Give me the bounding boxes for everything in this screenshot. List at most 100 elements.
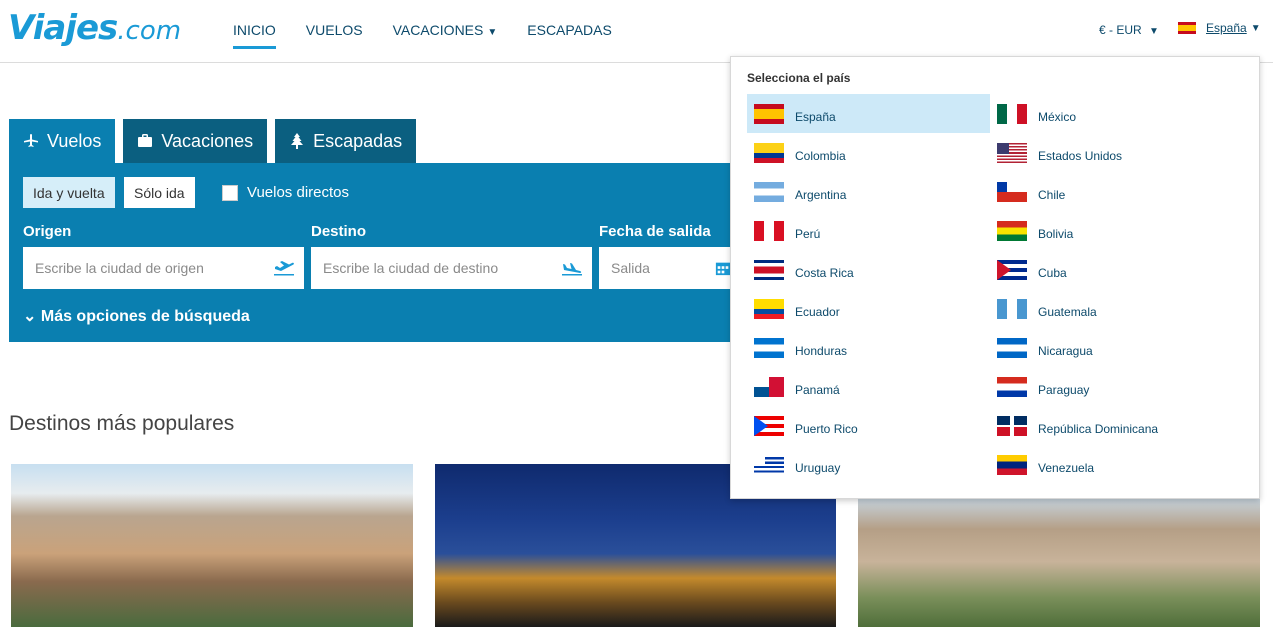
venezuela-flag-icon [997,454,1027,475]
country-name: Ecuador [795,304,840,319]
direct-flights-checkbox[interactable] [222,184,238,201]
country-option-ecuador[interactable]: Ecuador [747,289,990,328]
country-option-uruguay[interactable]: Uruguay [747,445,990,484]
mexico-flag-icon [997,103,1027,124]
country-name: España [795,109,836,124]
caret-down-icon: ▼ [1250,22,1261,34]
chile-flag-icon [997,181,1027,202]
country-name: Chile [1038,187,1066,202]
direct-flights-option[interactable]: Vuelos directos [222,184,349,201]
calendar-icon[interactable] [715,259,731,277]
honduras-flag-icon [754,337,784,358]
country-name: Costa Rica [795,265,854,280]
tab-vuelos[interactable]: Vuelos [9,119,116,163]
country-name: Cuba [1038,265,1067,280]
nav-vacaciones-label: VACACIONES [392,22,484,38]
nav-vuelos-label: VUELOS [305,22,363,38]
plane-icon [24,134,38,147]
country-option-chile[interactable]: Chile [990,172,1233,211]
spain-flag-icon [1178,22,1196,34]
more-search-options-label: Más opciones de búsqueda [40,308,250,325]
country-option-espana[interactable]: España [747,94,990,133]
country-option-honduras[interactable]: Honduras [747,328,990,367]
suitcase-icon [138,134,153,147]
nav-vuelos[interactable]: VUELOS [306,22,363,49]
country-option-paraguay[interactable]: Paraguay [990,367,1233,406]
destination-input[interactable] [323,260,592,276]
country-name: Perú [795,226,821,241]
spain-flag-icon [754,103,784,124]
round-trip-button[interactable]: Ida y vuelta [23,177,115,208]
one-way-label: Sólo ida [134,184,185,201]
country-option-estados-unidos[interactable]: Estados Unidos [990,133,1233,172]
origin-input[interactable] [35,260,304,276]
tab-vuelos-label: Vuelos [47,130,102,151]
country-option-puerto-rico[interactable]: Puerto Rico [747,406,990,445]
country-option-republica-dominicana[interactable]: República Dominicana [990,406,1233,445]
country-option-bolivia[interactable]: Bolivia [990,211,1233,250]
country-option-panama[interactable]: Panamá [747,367,990,406]
country-option-guatemala[interactable]: Guatemala [990,289,1233,328]
country-dropdown-title: Selecciona el país [747,71,851,85]
one-way-button[interactable]: Sólo ida [124,177,195,208]
search-tabs: Vuelos Vacaciones Escapadas [9,119,417,163]
caret-down-icon: ▼ [1149,26,1159,37]
logo-text: Viajes [8,8,118,48]
guatemala-flag-icon [997,298,1027,319]
departure-field[interactable] [599,247,731,289]
country-name: Panamá [795,382,840,397]
country-name: Honduras [795,343,848,358]
nav-vacaciones[interactable]: VACACIONES ▼ [393,22,498,49]
plane-takeoff-icon [274,261,294,276]
uruguay-flag-icon [754,454,784,475]
country-option-venezuela[interactable]: Venezuela [990,445,1233,484]
panama-flag-icon [754,376,784,397]
country-name: México [1038,109,1077,124]
colombia-flag-icon [754,142,784,163]
destination-card-barcelona-image[interactable] [11,464,413,627]
country-name: Puerto Rico [795,421,858,436]
country-dropdown: Selecciona el país España México Colombi… [730,56,1260,499]
country-option-costa-rica[interactable]: Costa Rica [747,250,990,289]
origin-label: Origen [23,223,72,240]
viajes-logo[interactable]: Viajes.com [8,8,181,48]
origin-field[interactable] [23,247,304,289]
destination-field[interactable] [311,247,592,289]
country-option-mexico[interactable]: México [990,94,1233,133]
country-name: Argentina [795,187,847,202]
country-name: Colombia [795,148,846,163]
puerto-rico-flag-icon [754,415,784,436]
caret-down-icon: ▼ [487,27,498,38]
cuba-flag-icon [997,259,1027,280]
logo-domain: .com [117,16,182,46]
more-search-options-toggle[interactable]: ⌄ Más opciones de búsqueda [23,306,250,326]
popular-destinations-title: Destinos más populares [9,412,235,435]
country-option-cuba[interactable]: Cuba [990,250,1233,289]
currency-selector[interactable]: € - EUR ▼ [1099,23,1159,37]
nicaragua-flag-icon [997,337,1027,358]
country-name: Nicaragua [1038,343,1093,358]
country-name: Venezuela [1038,460,1095,475]
country-selector-label: España [1206,21,1247,35]
nav-inicio[interactable]: INICIO [233,22,276,49]
destination-label: Destino [311,223,367,240]
direct-flights-label: Vuelos directos [247,184,349,201]
currency-label: € - EUR [1099,23,1142,37]
country-option-argentina[interactable]: Argentina [747,172,990,211]
tab-vacaciones[interactable]: Vacaciones [123,119,268,163]
departure-input[interactable] [611,260,731,276]
country-option-colombia[interactable]: Colombia [747,133,990,172]
tab-vacaciones-label: Vacaciones [161,130,254,151]
round-trip-label: Ida y vuelta [33,184,105,201]
country-name: República Dominicana [1038,421,1159,436]
usa-flag-icon [997,142,1027,163]
tab-escapadas[interactable]: Escapadas [275,119,417,163]
country-selector[interactable]: España ▼ [1178,21,1261,35]
flight-search-panel: Ida y vuelta Sólo ida Vuelos directos Or… [9,163,731,342]
nav-escapadas[interactable]: ESCAPADAS [527,22,612,49]
country-option-nicaragua[interactable]: Nicaragua [990,328,1233,367]
country-name: Paraguay [1038,382,1090,397]
country-option-peru[interactable]: Perú [747,211,990,250]
nav-inicio-label: INICIO [233,22,276,38]
chevron-down-icon: ⌄ [23,308,37,325]
